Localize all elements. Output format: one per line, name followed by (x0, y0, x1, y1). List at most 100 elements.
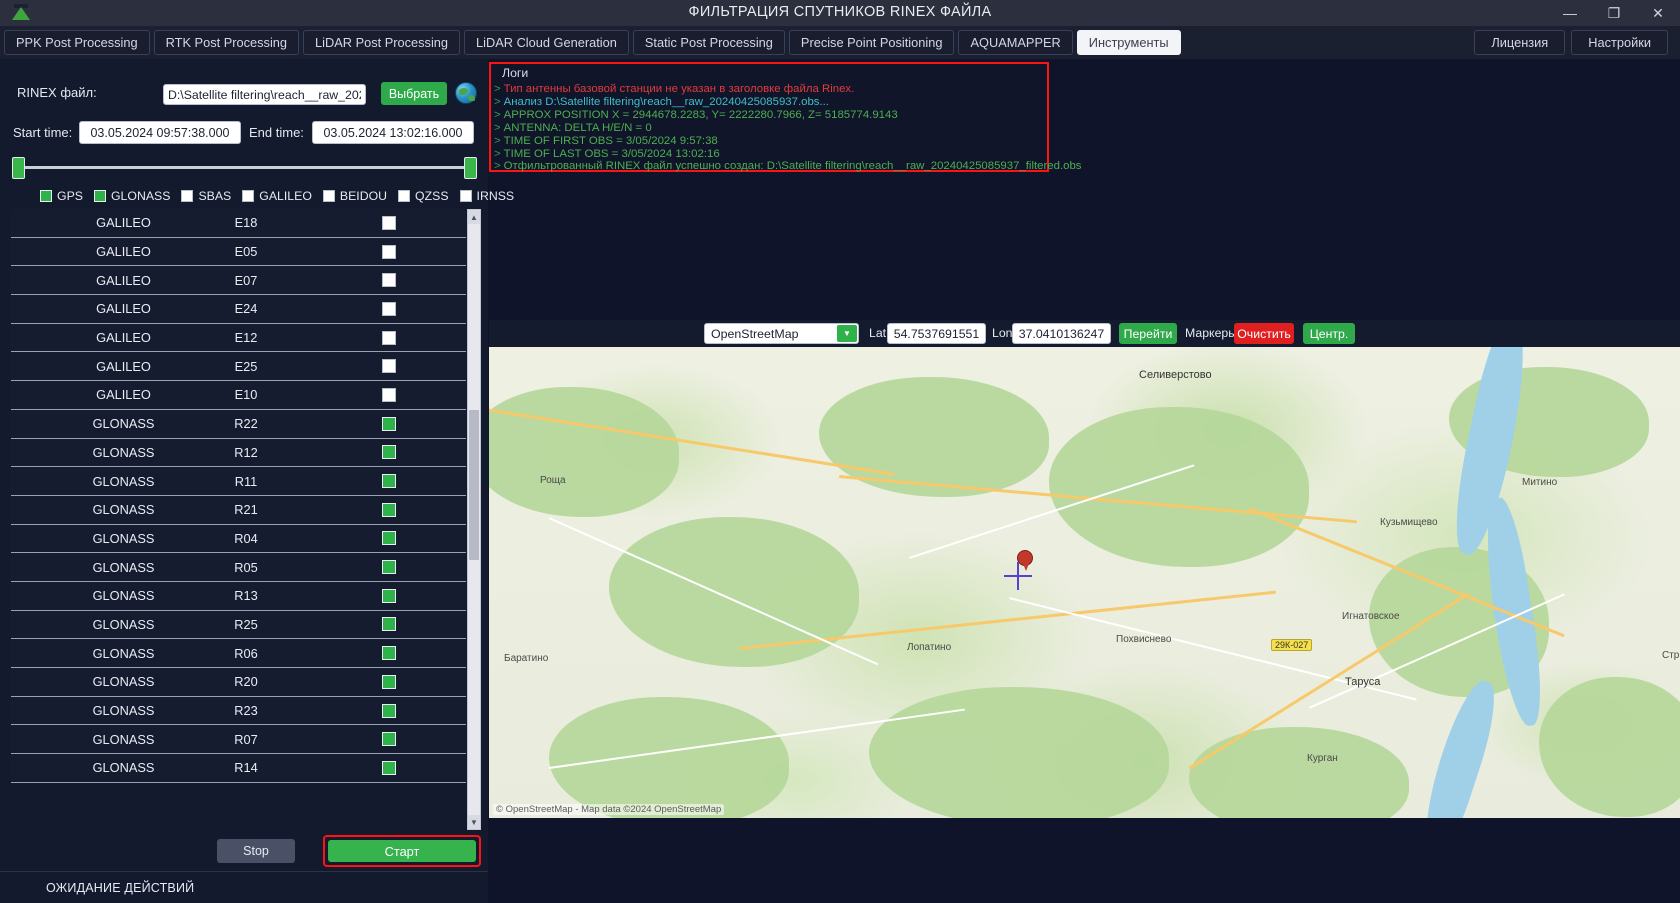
satellite-checkbox-icon[interactable] (382, 617, 396, 632)
end-time-input[interactable] (312, 121, 474, 144)
clear-markers-button[interactable]: Очистить (1234, 323, 1294, 344)
settings-button[interactable]: Настройки (1571, 30, 1668, 55)
chevron-down-icon[interactable]: ▼ (837, 325, 857, 342)
constellation-label: GLONASS (110, 189, 171, 203)
table-row[interactable]: GLONASS R20 (11, 668, 466, 697)
table-row[interactable]: GALILEO E18 (11, 209, 466, 238)
map-provider-select[interactable]: OpenStreetMap ▼ (704, 323, 859, 344)
satellite-checkbox-icon[interactable] (382, 215, 396, 230)
checkbox-icon[interactable] (398, 190, 411, 202)
constellation-toggle-irnss[interactable]: IRNSS (459, 189, 514, 203)
checkbox-icon[interactable] (40, 190, 52, 202)
satellite-checkbox-icon[interactable] (382, 646, 396, 661)
table-row[interactable]: GLONASS R22 (11, 409, 466, 439)
table-row[interactable]: GLONASS R23 (11, 696, 466, 726)
table-row[interactable]: GLONASS R11 (11, 467, 466, 496)
checkbox-icon[interactable] (181, 190, 194, 202)
constellation-toggle-galileo[interactable]: GALILEO (242, 189, 312, 203)
satellite-checkbox-icon[interactable] (382, 531, 396, 546)
maximize-icon[interactable]: ❐ (1592, 0, 1636, 26)
satellite-checkbox-icon[interactable] (382, 301, 396, 316)
table-row[interactable]: GALILEO E07 (11, 266, 466, 296)
table-row[interactable]: GLONASS R13 (11, 581, 466, 611)
checkbox-icon[interactable] (459, 190, 472, 202)
minimize-icon[interactable]: — (1548, 0, 1592, 26)
close-icon[interactable]: ✕ (1636, 0, 1680, 26)
longitude-input[interactable] (1012, 323, 1111, 344)
logs-title: Логи (502, 66, 529, 80)
table-row[interactable]: GALILEO E05 (11, 237, 466, 267)
table-row[interactable]: GLONASS R12 (11, 438, 466, 468)
satellite-checkbox-icon[interactable] (382, 732, 396, 747)
satellite-checkbox-icon[interactable] (382, 474, 396, 489)
satellite-table-scrollbar[interactable]: ▲ ▼ (467, 209, 481, 830)
satellite-prn: E07 (234, 272, 258, 288)
constellation-toggle-glonass[interactable]: GLONASS (93, 189, 171, 203)
select-file-button[interactable]: Выбрать (381, 82, 447, 105)
satellite-checkbox-icon[interactable] (382, 244, 396, 259)
satellite-checkbox-icon[interactable] (382, 359, 396, 374)
start-time-input[interactable] (79, 121, 241, 144)
satellite-checkbox-icon[interactable] (382, 588, 396, 603)
checkbox-icon[interactable] (93, 190, 106, 202)
satellite-checkbox-icon[interactable] (382, 387, 396, 402)
satellite-prn: R21 (234, 502, 258, 518)
table-row[interactable]: GLONASS R25 (11, 610, 466, 640)
table-row[interactable]: GLONASS R05 (11, 553, 466, 582)
table-row[interactable]: GLONASS R21 (11, 495, 466, 525)
table-row[interactable]: GLONASS R04 (11, 524, 466, 554)
rinex-path-input[interactable] (163, 84, 366, 105)
constellation-toggle-qzss[interactable]: QZSS (398, 189, 449, 203)
table-row[interactable]: GALILEO E25 (11, 352, 466, 382)
checkbox-icon[interactable] (322, 190, 335, 202)
tab-aquamapper[interactable]: AQUAMAPPER (958, 30, 1073, 55)
tab-ppk-post-processing[interactable]: PPK Post Processing (4, 30, 150, 55)
time-range-slider[interactable] (12, 157, 478, 179)
table-row[interactable]: GALILEO E24 (11, 295, 466, 324)
map-view[interactable]: 29К-027 © OpenStreetMap - Map data ©2024… (489, 347, 1680, 818)
satellite-checkbox-icon[interactable] (382, 330, 396, 345)
scroll-down-icon[interactable]: ▼ (468, 815, 480, 829)
table-row[interactable]: GLONASS R06 (11, 639, 466, 668)
satellite-checkbox-icon[interactable] (382, 560, 396, 575)
constellation-label: GPS (57, 189, 83, 203)
slider-handle-end[interactable] (464, 157, 477, 179)
map-provider-value: OpenStreetMap (711, 326, 799, 341)
table-row[interactable]: GLONASS R14 (11, 754, 466, 783)
slider-handle-start[interactable] (12, 157, 25, 179)
scroll-up-icon[interactable]: ▲ (468, 210, 480, 224)
goto-button[interactable]: Перейти (1119, 323, 1177, 344)
constellation-toggle-sbas[interactable]: SBAS (181, 189, 231, 203)
start-button-highlight: Старт (323, 835, 481, 867)
tab-instrumenty[interactable]: Инструменты (1076, 30, 1181, 55)
constellation-toggle-gps[interactable]: GPS (40, 189, 83, 203)
table-row[interactable]: GALILEO E12 (11, 323, 466, 353)
satellite-checkbox-icon[interactable] (382, 703, 396, 718)
satellite-prn: E05 (234, 244, 258, 260)
satellite-checkbox-icon[interactable] (382, 674, 396, 689)
center-map-button[interactable]: Центр. (1303, 323, 1355, 344)
scrollbar-thumb[interactable] (469, 410, 479, 560)
tab-rtk-post-processing[interactable]: RTK Post Processing (153, 30, 300, 55)
map-place-label: Митино (1522, 477, 1558, 488)
tab-precise-point-positioning[interactable]: Precise Point Positioning (788, 30, 955, 55)
satellite-checkbox-icon[interactable] (382, 273, 396, 288)
table-row[interactable]: GALILEO E10 (11, 381, 466, 410)
satellite-checkbox-icon[interactable] (382, 502, 396, 517)
tab-static-post-processing[interactable]: Static Post Processing (632, 30, 785, 55)
latitude-input[interactable] (887, 323, 986, 344)
logs-panel: Логи > Тип антенны базовой станции не ука… (489, 62, 1081, 172)
satellite-checkbox-icon[interactable] (382, 760, 396, 775)
satellite-checkbox-icon[interactable] (382, 445, 396, 460)
checkbox-icon[interactable] (242, 190, 255, 202)
globe-icon[interactable] (455, 82, 477, 104)
table-row[interactable]: GLONASS R07 (11, 725, 466, 755)
constellation-label: BEIDOU (339, 189, 388, 203)
constellation-toggle-beidou[interactable]: BEIDOU (322, 189, 388, 203)
tab-lidar-post-processing[interactable]: LiDAR Post Processing (303, 30, 461, 55)
tab-lidar-cloud-generation[interactable]: LiDAR Cloud Generation (464, 30, 629, 55)
start-button[interactable]: Старт (328, 840, 476, 862)
stop-button[interactable]: Stop (217, 839, 295, 863)
license-button[interactable]: Лицензия (1474, 30, 1566, 55)
satellite-checkbox-icon[interactable] (382, 416, 396, 431)
